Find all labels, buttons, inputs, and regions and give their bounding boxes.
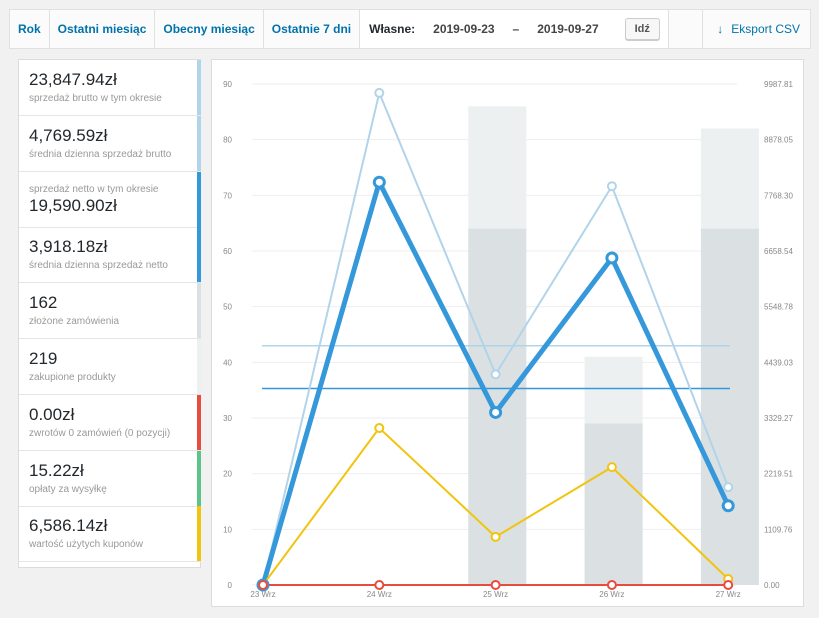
legend-label: zwrotów 0 zamówień (0 pozycji) [29, 427, 171, 439]
legend-amount: 162 [29, 293, 58, 313]
legend-amount: 15.22zł [29, 460, 84, 480]
legend-label: złożone zamówienia [29, 316, 120, 328]
y-tick-label-left: 20 [223, 470, 232, 479]
y-tick-label-right: 2219.51 [764, 470, 793, 479]
data-point-coupons [374, 422, 385, 433]
legend-color-bar [197, 227, 201, 283]
data-point-refunds [606, 580, 617, 590]
y-tick-label-left: 80 [223, 136, 232, 145]
data-point-gross [374, 87, 385, 98]
y-tick-label-left: 40 [223, 358, 232, 367]
custom-range-label: Własne: [369, 22, 416, 36]
chart-svg: 0 10 20 30 40 50 60 70 80 90 0.00 1109.76 2219.51 332… [223, 80, 793, 599]
legend-color-bar [197, 339, 201, 394]
y-tick-label-left: 90 [223, 80, 232, 89]
legend-amount: 6,586.14zł [29, 516, 108, 536]
legend-item-net-sales[interactable]: sprzedaż netto w tym okresie 19,590.90zł [19, 171, 201, 228]
legend-item-orders-placed[interactable]: 162 złożone zamówienia [19, 283, 201, 340]
export-csv-label: Eksport CSV [731, 22, 800, 36]
data-point-net [721, 499, 735, 513]
legend-item-avg-net-sales[interactable]: 3,918.18zł średnia dzienna sprzedaż netto [19, 227, 201, 284]
data-point-refunds [723, 580, 734, 590]
y-tick-label-right: 9987.81 [764, 80, 793, 89]
data-point-coupons [606, 462, 617, 473]
data-point-refunds [490, 580, 501, 590]
data-point-refunds [258, 580, 268, 590]
y-tick-label-left: 70 [223, 191, 232, 200]
y-tick-label-right: 7768.30 [764, 191, 793, 200]
y-tick-label-left: 0 [228, 581, 233, 590]
y-tick-label-left: 60 [223, 247, 232, 256]
legend-amount: 219 [29, 349, 58, 368]
go-button[interactable]: Idź [624, 18, 660, 40]
y-tick-label-left: 30 [223, 414, 232, 423]
x-tick-label: 27 Wrz [716, 590, 741, 599]
date-separator: – [512, 22, 520, 36]
tab-last-7-days[interactable]: Ostatnie 7 dni [264, 10, 361, 48]
legend-label: średnia dzienna sprzedaż netto [29, 260, 168, 272]
y-tick-label-right: 5548.78 [764, 303, 793, 312]
legend-item-gross-sales[interactable]: 23,847.94zł sprzedaż brutto w tym okresie [19, 60, 201, 116]
legend-amount: 3,918.18zł [29, 237, 108, 257]
legend-color-bar [197, 450, 201, 506]
download-arrow-icon: ↓ [717, 22, 724, 36]
y-tick-label-right: 0.00 [764, 581, 780, 590]
data-point-refunds [374, 580, 385, 590]
legend-color-bar [197, 171, 201, 227]
tab-year[interactable]: Rok [10, 10, 50, 48]
y-tick-label-right: 4439.03 [764, 358, 793, 367]
legend-amount: 0.00zł [29, 404, 75, 424]
sales-chart: 0 10 20 30 40 50 60 70 80 90 0.00 1109.76 2219.51 332… [211, 59, 804, 607]
y-tick-label-right: 6658.54 [764, 247, 793, 256]
legend-amount: 23,847.94zł [29, 70, 117, 89]
legend-color-bar [197, 283, 201, 339]
legend-amount: 19,590.90zł [29, 195, 117, 215]
legend-item-shipping[interactable]: 15.22zł opłaty za wysyłkę [19, 450, 201, 507]
legend-label: wartość użytych kuponów [29, 539, 143, 551]
x-tick-label: 26 Wrz [599, 590, 624, 599]
data-point-gross [490, 369, 501, 380]
date-to-input[interactable]: 2019-09-27 [537, 22, 598, 36]
legend-color-bar [197, 115, 201, 171]
legend-item-avg-gross-sales[interactable]: 4,769.59zł średnia dzienna sprzedaż brutt… [19, 115, 201, 172]
bar-orders [584, 423, 643, 585]
tabs-spacer [669, 10, 702, 48]
legend-label: sprzedaż brutto w tym okresie [29, 93, 162, 104]
legend-item-refunds[interactable]: 0.00zł zwrotów 0 zamówień (0 pozycji) [19, 394, 201, 451]
tab-this-month[interactable]: Obecny miesiąc [155, 10, 264, 48]
data-point-net [372, 175, 386, 189]
data-point-net [605, 251, 619, 265]
legend-color-bar [197, 506, 201, 562]
legend-label: sprzedaż netto w tym okresie [29, 183, 159, 195]
legend-label: opłaty za wysyłkę [29, 483, 107, 495]
data-point-net [489, 405, 503, 419]
x-tick-label: 24 Wrz [367, 590, 392, 599]
legend-color-bar [197, 60, 201, 115]
y-tick-label-right: 8878.05 [764, 136, 793, 145]
tab-last-month[interactable]: Ostatni miesiąc [50, 10, 156, 48]
y-tick-label-right: 3329.27 [764, 414, 793, 423]
data-point-gross [723, 482, 734, 493]
range-tabs: Rok Ostatni miesiąc Obecny miesiąc Ostat… [9, 9, 811, 49]
x-tick-label: 25 Wrz [483, 590, 508, 599]
legend-amount: 4,769.59zł [29, 125, 108, 145]
y-tick-label-left: 50 [223, 303, 232, 312]
bar-orders [700, 228, 759, 585]
y-tick-label-right: 1109.76 [764, 525, 793, 534]
export-csv-link[interactable]: ↓ Eksport CSV [702, 10, 810, 48]
legend-label: średnia dzienna sprzedaż brutto [29, 148, 172, 160]
legend-item-items-purchased[interactable]: 219 zakupione produkty [19, 339, 201, 395]
chart-legend: 23,847.94zł sprzedaż brutto w tym okresie… [18, 59, 201, 568]
date-from-input[interactable]: 2019-09-23 [433, 22, 494, 36]
tab-custom-range: Własne: 2019-09-23 – 2019-09-27 Idź [360, 10, 669, 48]
y-tick-label-left: 10 [223, 525, 232, 534]
data-point-gross [606, 181, 617, 192]
legend-item-coupons[interactable]: 6,586.14zł wartość użytych kuponów [19, 506, 201, 563]
legend-color-bar [197, 394, 201, 450]
legend-label: zakupione produkty [29, 372, 116, 383]
data-point-coupons [490, 531, 501, 542]
